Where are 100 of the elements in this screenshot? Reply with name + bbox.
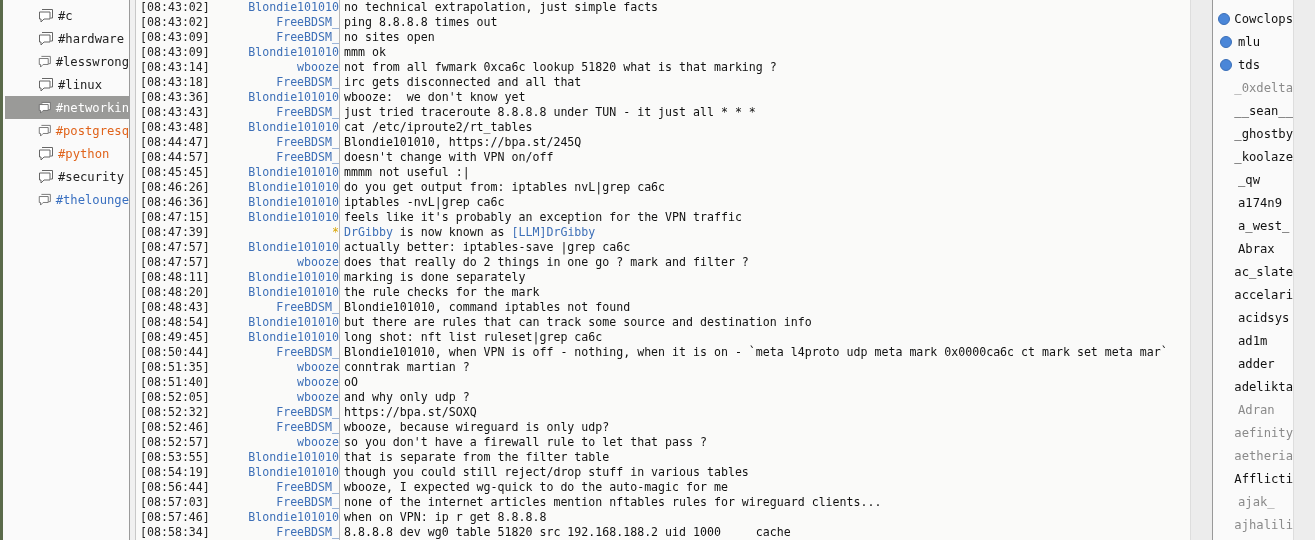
timestamp: [08:52:46]: [140, 420, 210, 434]
message-nick[interactable]: Blondie101010: [248, 240, 339, 255]
timestamp: [08:56:44]: [140, 480, 210, 494]
user-nick[interactable]: _ghostby: [1234, 126, 1293, 141]
channel-item[interactable]: #thelounge: [5, 188, 129, 211]
message-nick[interactable]: Blondie101010: [248, 510, 339, 525]
message-nick[interactable]: Blondie101010: [248, 210, 339, 225]
message-nick[interactable]: FreeBDSM_: [276, 420, 339, 435]
message-nick[interactable]: Blondie101010: [248, 0, 339, 15]
timestamp: [08:43:48]: [140, 120, 210, 134]
message-nick[interactable]: FreeBDSM_: [276, 15, 339, 30]
message-nick[interactable]: FreeBDSM_: [276, 300, 339, 315]
message-nick[interactable]: FreeBDSM_: [276, 105, 339, 120]
message-nick[interactable]: Blondie101010: [248, 285, 339, 300]
message-text: none of the internet articles mention nftables rules for wireguard clients...: [344, 495, 882, 509]
user-nick[interactable]: aetheria: [1234, 448, 1293, 463]
message-nick[interactable]: Blondie101010: [248, 90, 339, 105]
user-nick[interactable]: a_west_: [1238, 218, 1290, 233]
user-nick[interactable]: aefinity: [1234, 425, 1293, 440]
message-nick[interactable]: Blondie101010: [248, 120, 339, 135]
message-text: DrGibby is now known as [LLM]DrGibby: [344, 225, 596, 239]
timestamp: [08:52:32]: [140, 405, 210, 419]
message-text: not from all fwmark 0xca6c lookup 51820 what is that marking ?: [344, 60, 777, 74]
message-text: actually better: iptables-save |grep ca6c: [344, 240, 631, 254]
channel-item[interactable]: #linux: [5, 73, 129, 96]
user-nick[interactable]: adelikta: [1234, 379, 1293, 394]
user-nick[interactable]: ad1m: [1238, 333, 1268, 348]
message-nick[interactable]: wbooze: [297, 60, 339, 75]
timestamp: [08:48:20]: [140, 285, 210, 299]
message-text: Blondie101010, https://bpa.st/245Q: [344, 135, 582, 149]
message-nick[interactable]: Blondie101010: [248, 270, 339, 285]
channel-item[interactable]: #lesswrong: [5, 50, 129, 73]
message-nick[interactable]: wbooze: [297, 360, 339, 375]
timestamp: [08:47:39]: [140, 225, 210, 239]
channel-item[interactable]: #hardware: [5, 27, 129, 50]
timestamp: [08:43:09]: [140, 30, 210, 44]
message-nick[interactable]: Blondie101010: [248, 450, 339, 465]
message-nick[interactable]: wbooze: [297, 375, 339, 390]
message-text: no technical extrapolation, just simple facts: [344, 0, 659, 14]
message-text: and why only udp ?: [344, 390, 470, 404]
user-nick[interactable]: ac_slate: [1234, 264, 1293, 279]
user-nick[interactable]: _koolaze: [1234, 149, 1293, 164]
user-nick[interactable]: acidsys: [1238, 310, 1290, 325]
message-text: ping 8.8.8.8 times out: [344, 15, 498, 29]
channel-item[interactable]: #postgresq: [5, 119, 129, 142]
channel-item[interactable]: #python: [5, 142, 129, 165]
user-nick[interactable]: Abrax: [1238, 241, 1275, 256]
user-nick[interactable]: mlu: [1238, 34, 1260, 49]
message-nick[interactable]: wbooze: [297, 390, 339, 405]
message-nick[interactable]: Blondie101010: [248, 180, 339, 195]
user-nick[interactable]: ajak_: [1238, 494, 1275, 509]
user-nick[interactable]: tds: [1238, 57, 1260, 72]
message-text: iptables -nvL|grep ca6c: [344, 195, 505, 209]
timestamp: [08:47:57]: [140, 255, 210, 269]
chat-bubble-icon: [38, 31, 54, 46]
message-text: just tried traceroute 8.8.8.8 under TUN - it just all * * *: [344, 105, 756, 119]
message-text: irc gets disconnected and all that: [344, 75, 582, 89]
timestamp: [08:47:57]: [140, 240, 210, 254]
user-nick[interactable]: _0xdelta: [1234, 80, 1293, 95]
user-nick[interactable]: Cowclops: [1234, 11, 1293, 26]
message-nick[interactable]: FreeBDSM_: [276, 405, 339, 420]
channel-item[interactable]: #security: [5, 165, 129, 188]
message-text: https://bpa.st/SOXQ: [344, 405, 477, 419]
message-nick[interactable]: wbooze: [297, 255, 339, 270]
timestamp: [08:58:34]: [140, 525, 210, 539]
message-nick[interactable]: FreeBDSM_: [276, 30, 339, 45]
message-nick[interactable]: FreeBDSM_: [276, 135, 339, 150]
user-nick[interactable]: Adran: [1238, 402, 1275, 417]
message-nick[interactable]: Blondie101010: [248, 45, 339, 60]
message-nick[interactable]: Blondie101010: [248, 195, 339, 210]
chat-bubble-icon: [38, 123, 52, 138]
user-nick[interactable]: __sean__: [1234, 103, 1293, 118]
message-text: wbooze, because wireguard is only udp?: [344, 420, 610, 434]
timestamp: [08:43:43]: [140, 105, 210, 119]
user-nick[interactable]: accelari: [1234, 287, 1293, 302]
user-nick[interactable]: _qw: [1238, 172, 1260, 187]
message-nick[interactable]: FreeBDSM_: [276, 75, 339, 90]
message-nick[interactable]: FreeBDSM_: [276, 150, 339, 165]
user-nick[interactable]: adder: [1238, 356, 1275, 371]
message-nick[interactable]: FreeBDSM_: [276, 525, 339, 540]
user-nick[interactable]: ajhalili: [1234, 517, 1293, 532]
timestamp: [08:43:18]: [140, 75, 210, 89]
message-text: cat /etc/iproute2/rt_tables: [344, 120, 533, 134]
user-nick[interactable]: Afflicti: [1234, 471, 1293, 486]
message-nick[interactable]: Blondie101010: [248, 315, 339, 330]
message-nick[interactable]: FreeBDSM_: [276, 480, 339, 495]
chat-bubble-icon: [38, 169, 54, 184]
message-nick[interactable]: FreeBDSM_: [276, 495, 339, 510]
message-nick[interactable]: Blondie101010: [248, 330, 339, 345]
timestamp: [08:45:45]: [140, 165, 210, 179]
channel-item[interactable]: #c: [5, 4, 129, 27]
message-nick[interactable]: Blondie101010: [248, 465, 339, 480]
message-nick[interactable]: FreeBDSM_: [276, 345, 339, 360]
scrollbar[interactable]: [1190, 0, 1213, 540]
user-nick[interactable]: a174n9: [1238, 195, 1283, 210]
channel-item[interactable]: #networkin: [5, 96, 129, 119]
message-text: mmm ok: [344, 45, 386, 59]
message-nick[interactable]: Blondie101010: [248, 165, 339, 180]
timestamp: [08:44:47]: [140, 135, 210, 149]
message-nick[interactable]: wbooze: [297, 435, 339, 450]
